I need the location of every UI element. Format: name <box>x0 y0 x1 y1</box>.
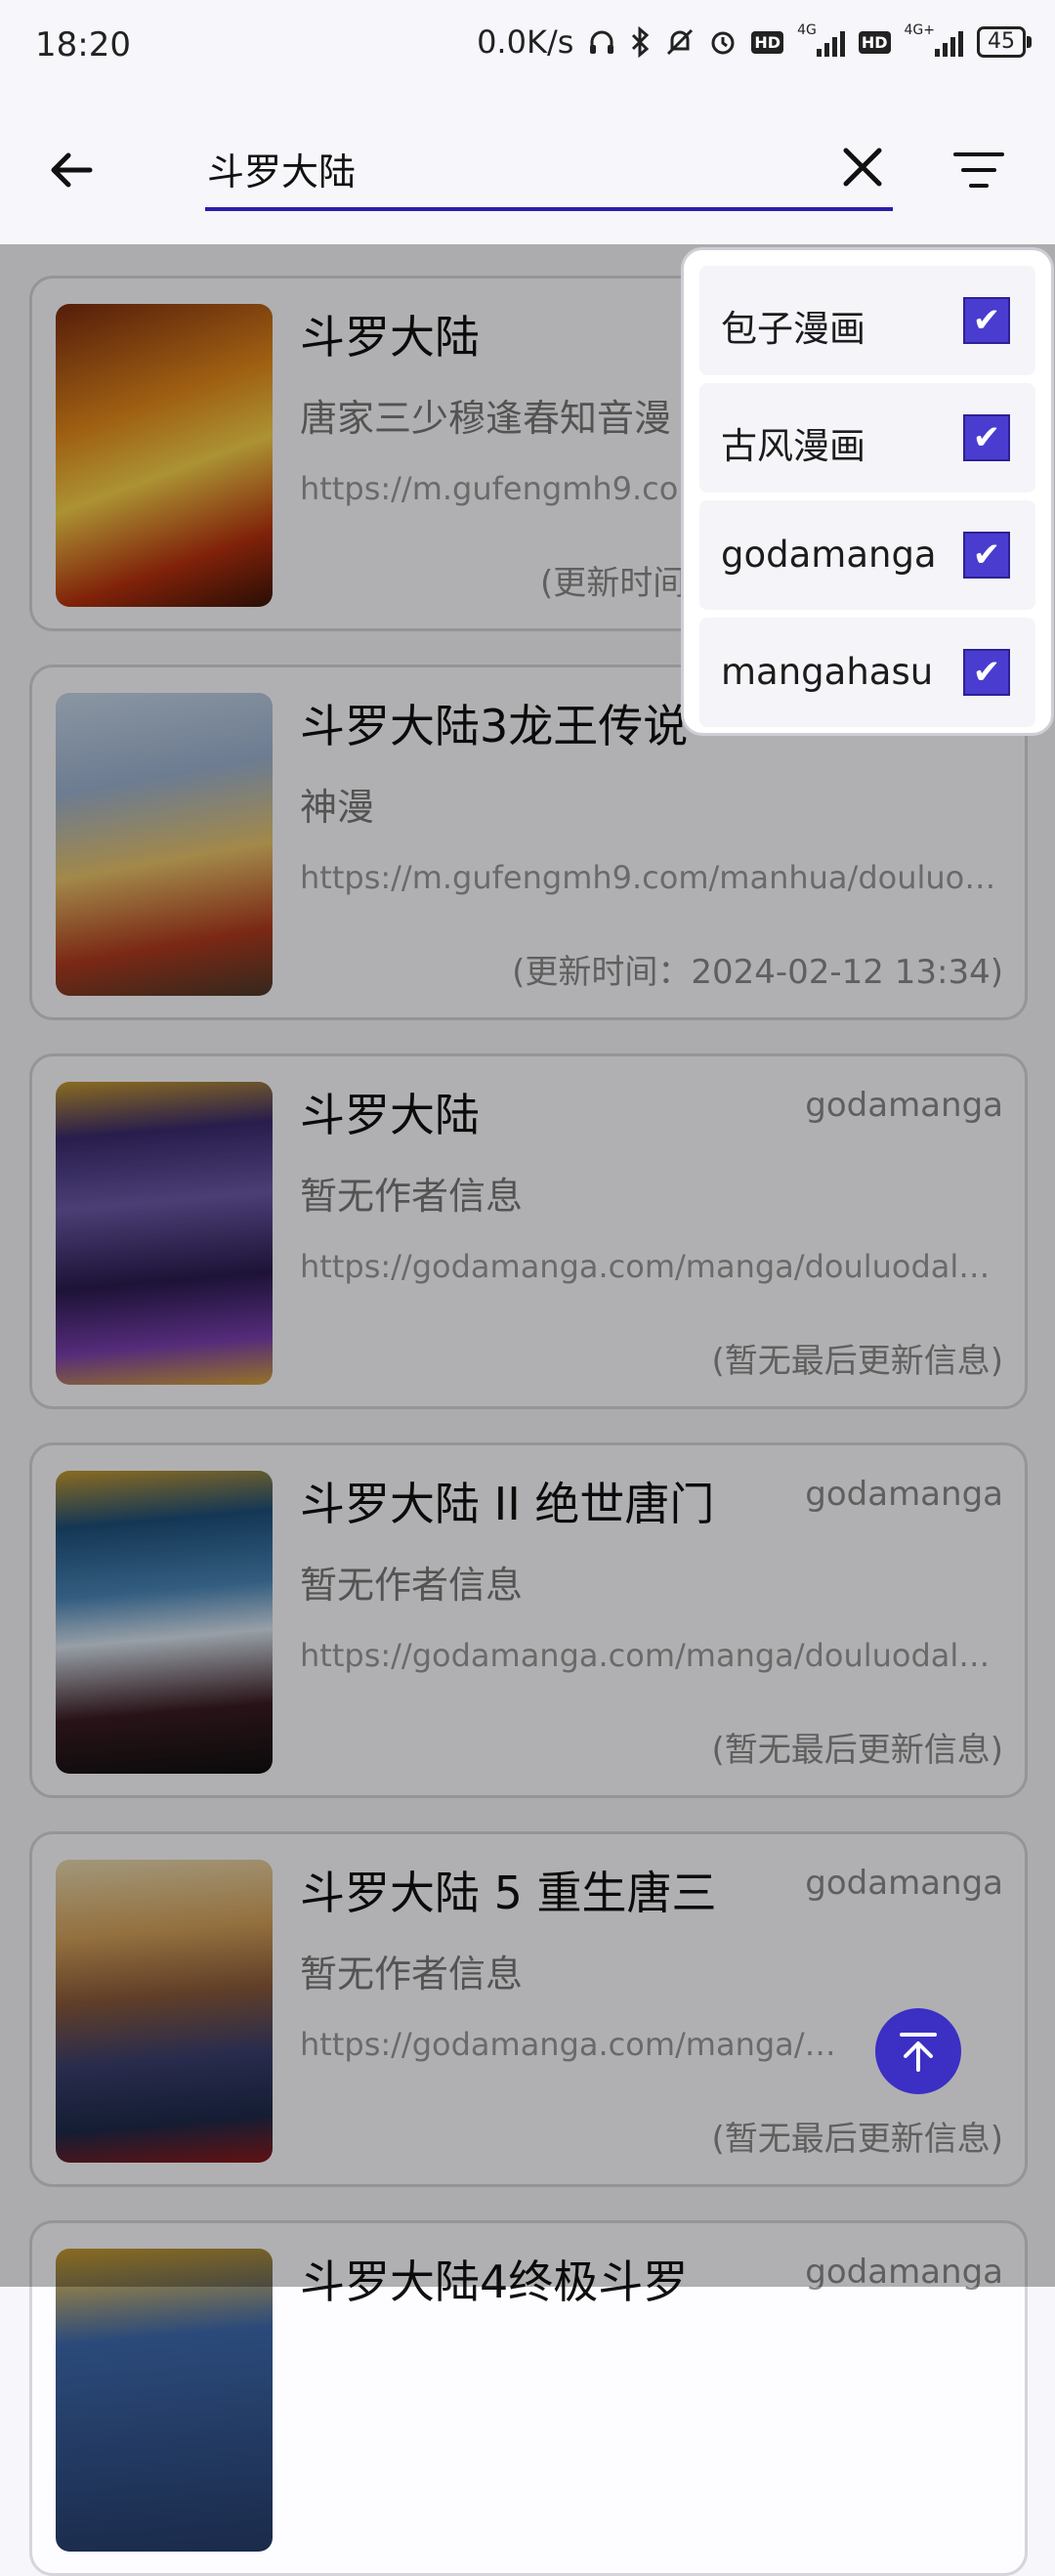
checkbox[interactable]: ✔ <box>963 414 1010 461</box>
checkbox[interactable]: ✔ <box>963 532 1010 579</box>
filter-lines-icon[interactable] <box>951 149 1006 192</box>
close-icon[interactable] <box>838 143 887 192</box>
bell-muted-icon <box>665 27 695 57</box>
menu-item-mangahasu[interactable]: mangahasu ✔ <box>699 618 1035 727</box>
menu-item-baozi[interactable]: 包子漫画 ✔ <box>699 266 1035 375</box>
search-input[interactable] <box>205 133 795 203</box>
status-time: 18:20 <box>35 25 131 64</box>
checkbox[interactable]: ✔ <box>963 297 1010 344</box>
status-bar: 18:20 0.0K/s HD 4G HD 4G+ 45 <box>0 0 1055 94</box>
headphones-icon <box>587 27 616 57</box>
check-icon: ✔ <box>972 418 1001 457</box>
battery-level: 45 <box>988 29 1015 54</box>
check-icon: ✔ <box>972 301 1001 340</box>
check-icon: ✔ <box>972 536 1001 575</box>
search-field <box>205 133 893 211</box>
menu-item-label: 古风漫画 <box>721 425 865 467</box>
status-icons: 0.0K/s HD 4G HD 4G+ 45 <box>477 22 1032 61</box>
net-speed: 0.0K/s <box>477 23 574 61</box>
search-app-bar <box>0 94 1055 244</box>
signal-icon: 4G <box>797 22 845 57</box>
alarm-icon <box>708 27 738 57</box>
hd-icon: HD <box>751 30 784 54</box>
battery-icon: 45 <box>977 26 1032 58</box>
hd-icon: HD <box>858 30 891 54</box>
menu-item-gufeng[interactable]: 古风漫画 ✔ <box>699 383 1035 493</box>
menu-item-label: 包子漫画 <box>721 308 865 350</box>
network-type-label: 4G+ <box>904 22 936 38</box>
menu-item-label: mangahasu <box>721 651 934 693</box>
menu-item-godamanga[interactable]: godamanga ✔ <box>699 500 1035 610</box>
arrow-up-to-top-icon <box>894 2027 943 2076</box>
menu-item-label: godamanga <box>721 534 937 576</box>
scroll-top-button[interactable] <box>875 2008 961 2094</box>
source-filter-menu: 包子漫画 ✔ 古风漫画 ✔ godamanga ✔ mangahasu ✔ <box>681 247 1054 736</box>
checkbox[interactable]: ✔ <box>963 649 1010 696</box>
check-icon: ✔ <box>972 653 1001 692</box>
signal-icon: 4G+ <box>905 22 963 57</box>
cover-image <box>56 2249 273 2552</box>
bluetooth-icon <box>630 26 652 58</box>
arrow-left-icon[interactable] <box>45 141 104 199</box>
network-type-label: 4G <box>797 22 817 38</box>
